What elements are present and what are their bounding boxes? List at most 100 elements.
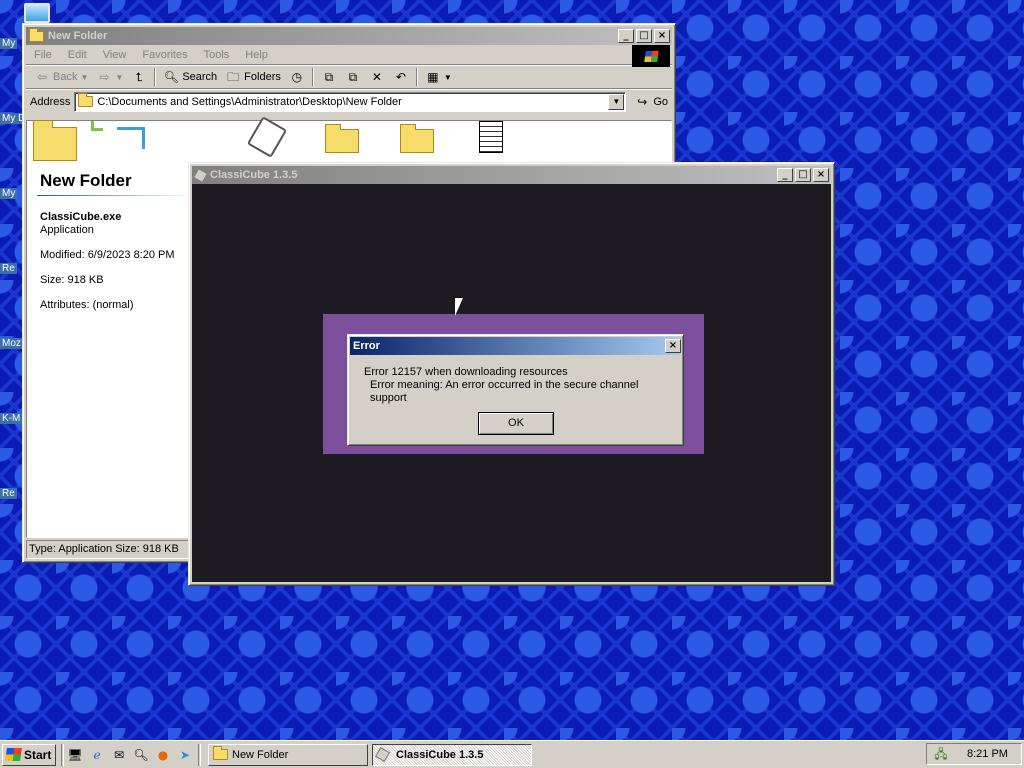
go-button[interactable]: ↪ Go [630, 95, 672, 109]
web-view-pane: New Folder ClassiCube.exe Application Mo… [27, 120, 192, 537]
forward-button[interactable]: ⇨ ▼ [92, 70, 127, 84]
minimize-button[interactable]: _ [777, 168, 793, 182]
file-size: Size: 918 KB [40, 274, 104, 286]
windows-logo-icon [5, 748, 22, 761]
close-button[interactable]: × [654, 29, 670, 43]
pane-title: New Folder [40, 171, 132, 190]
up-folder-icon: ⮤ [135, 70, 143, 84]
start-button[interactable]: Start [2, 743, 56, 766]
views-button[interactable]: ▦ ▼ [421, 70, 456, 84]
folder-icon [78, 93, 94, 107]
back-button[interactable]: ⇦ Back ▼ [30, 70, 92, 84]
move-to-button[interactable]: ⧉ [317, 70, 341, 84]
classicube-window[interactable]: ClassiCube 1.3.5 _ □ × Error × Error 121… [188, 162, 835, 586]
error-dialog[interactable]: Error × Error 12157 when downloading res… [347, 334, 684, 446]
taskbar: Start 🖥︎ ℯ ✉︎ 🔍︎ ● ➤ New Folder ClassiCu… [0, 740, 1024, 768]
error-line-1: Error 12157 when downloading resources [364, 366, 568, 378]
undo-button[interactable]: ↶ [389, 70, 413, 84]
mouse-cursor-icon [455, 298, 463, 316]
copy-to-icon: ⧉ [348, 70, 358, 84]
folder-banner-icon [33, 120, 77, 161]
desktop-monitor-icon[interactable] [24, 3, 50, 23]
network-icon[interactable]: 🖧 [933, 747, 949, 761]
folder-icon [29, 27, 44, 42]
file-type: Application [40, 224, 94, 236]
outlook-express-icon[interactable]: ✉︎ [111, 747, 127, 763]
history-button[interactable]: ◷ [285, 70, 309, 84]
error-message: Error 12157 when downloading resources E… [350, 355, 681, 405]
windows-logo-icon [632, 45, 670, 67]
close-button[interactable]: × [813, 168, 829, 182]
folder-item-icon[interactable] [400, 124, 434, 153]
folders-button[interactable]: 🗀 Folders [221, 70, 285, 84]
error-overlay: Error × Error 12157 when downloading res… [323, 314, 704, 454]
file-attributes: Attributes: (normal) [40, 299, 134, 311]
minimize-button[interactable]: _ [618, 29, 634, 43]
undo-icon: ↶ [395, 70, 406, 84]
k-meleon-icon[interactable]: ➤ [177, 747, 193, 763]
classicube-exe-icon[interactable] [246, 116, 288, 158]
menu-favorites[interactable]: Favorites [134, 49, 195, 61]
explorer-titlebar[interactable]: New Folder _ □ × [26, 27, 672, 45]
error-dialog-title: Error [353, 340, 380, 352]
error-dialog-titlebar[interactable]: Error × [350, 337, 681, 355]
clock[interactable]: 8:21 PM [967, 748, 1008, 760]
internet-explorer-icon[interactable]: ℯ [89, 747, 105, 763]
menu-bar: File Edit View Favorites Tools Help [26, 45, 672, 67]
copy-to-button[interactable]: ⧉ [341, 70, 365, 84]
move-to-icon: ⧉ [324, 70, 334, 84]
dialog-close-button[interactable]: × [665, 339, 681, 353]
file-name: ClassiCube.exe [40, 211, 122, 223]
menu-tools[interactable]: Tools [196, 49, 238, 61]
go-arrow-icon: ↪ [637, 94, 648, 109]
taskbar-item-classicube[interactable]: ClassiCube 1.3.5 [372, 743, 532, 766]
show-desktop-icon[interactable]: 🖥︎ [67, 747, 83, 763]
maximize-button[interactable]: □ [795, 168, 811, 182]
classicube-cube-icon [374, 746, 391, 763]
back-arrow-icon: ⇦ [36, 70, 48, 84]
firefox-icon[interactable]: ● [155, 747, 171, 763]
folders-icon: 🗀 [227, 70, 240, 84]
desktop-icon-mozilla[interactable]: Moz [0, 338, 23, 349]
views-grid-icon: ▦ [427, 70, 439, 84]
game-canvas[interactable]: Error × Error 12157 when downloading res… [192, 184, 831, 582]
classicube-titlebar[interactable]: ClassiCube 1.3.5 _ □ × [192, 166, 831, 184]
history-icon: ◷ [291, 70, 303, 84]
desktop-icon-my-network[interactable]: My [0, 188, 18, 199]
menu-view[interactable]: View [95, 49, 135, 61]
explorer-title: New Folder [48, 30, 108, 42]
taskbar-item-new-folder[interactable]: New Folder [208, 743, 368, 766]
classicube-title: ClassiCube 1.3.5 [210, 169, 298, 181]
delete-icon: ✕ [371, 70, 382, 84]
search-icon[interactable]: 🔍︎ [133, 747, 149, 763]
address-label: Address [30, 95, 71, 108]
menu-help[interactable]: Help [237, 49, 276, 61]
quick-launch: 🖥︎ ℯ ✉︎ 🔍︎ ● ➤ [67, 747, 193, 763]
folder-icon [213, 746, 228, 760]
system-tray: 🖧 8:21 PM [926, 743, 1022, 765]
search-icon: 🔍︎ [163, 70, 179, 84]
text-file-icon[interactable] [479, 121, 503, 153]
file-details: ClassiCube.exe Application Modified: 6/9… [40, 211, 175, 312]
error-line-2: Error meaning: An error occurred in the … [370, 379, 639, 404]
desktop-icon-re[interactable]: Re [0, 488, 17, 499]
maximize-button[interactable]: □ [636, 29, 652, 43]
search-button[interactable]: 🔍︎ Search [159, 70, 221, 84]
file-modified: Modified: 6/9/2023 8:20 PM [40, 249, 175, 261]
address-value: C:\Documents and Settings\Administrator\… [97, 95, 402, 108]
desktop-icon-k-meleon[interactable]: K-M [0, 413, 23, 424]
up-folder-button[interactable]: ⮤ [127, 70, 151, 84]
desktop-icon-my-computer[interactable]: My [0, 38, 18, 49]
address-dropdown-button[interactable]: ▼ [608, 93, 625, 110]
address-bar: Address C:\Documents and Settings\Admini… [26, 89, 672, 113]
desktop-icon-recycle-bin[interactable]: Re [0, 263, 17, 274]
forward-arrow-icon: ⇨ [99, 70, 110, 84]
menu-edit[interactable]: Edit [60, 49, 95, 61]
menu-file[interactable]: File [26, 49, 60, 61]
ok-button[interactable]: OK [478, 412, 554, 435]
delete-button[interactable]: ✕ [365, 70, 389, 84]
address-field[interactable]: C:\Documents and Settings\Administrator\… [74, 91, 627, 112]
folder-item-icon[interactable] [325, 124, 359, 153]
classicube-cube-icon [192, 167, 209, 183]
standard-toolbar: ⇦ Back ▼ ⇨ ▼ ⮤ 🔍︎ Search 🗀 Folders ◷ ⧉ ⧉ ✕ ↶ … [26, 65, 672, 89]
